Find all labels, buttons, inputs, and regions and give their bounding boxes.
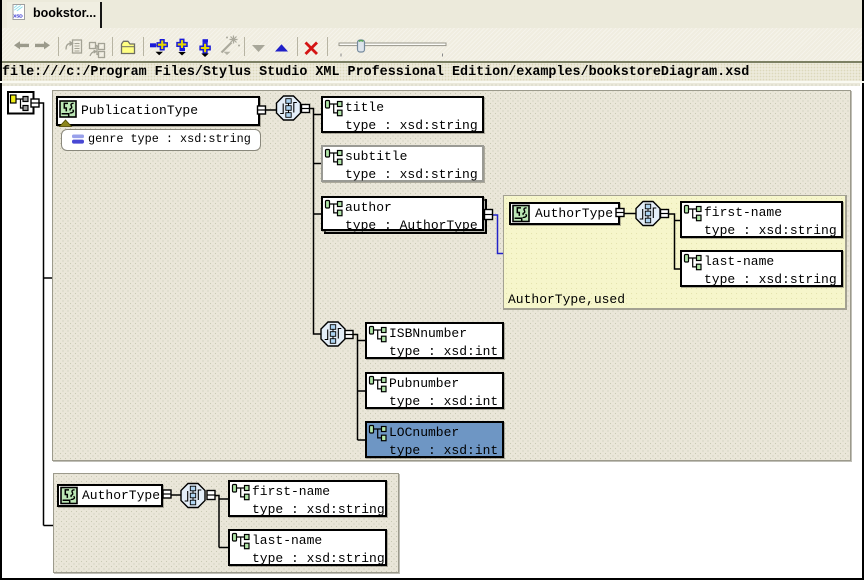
svg-text:XSD: XSD: [13, 13, 23, 19]
